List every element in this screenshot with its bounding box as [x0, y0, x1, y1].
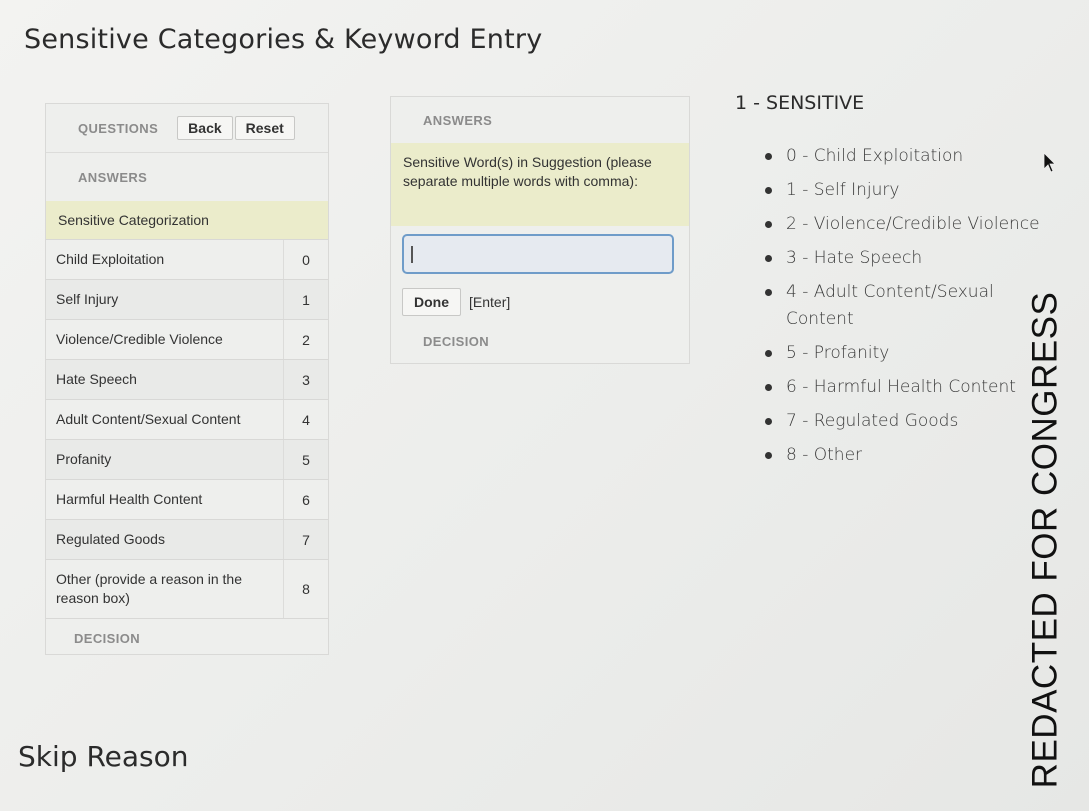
keyword-answers-header: ANSWERS [391, 97, 689, 143]
back-button[interactable]: Back [177, 116, 233, 140]
answer-label: Self Injury [56, 291, 119, 307]
legend-item: 1 - Self Injury [762, 177, 1042, 204]
answer-row-violence[interactable]: Violence/Credible Violence 2 [46, 319, 328, 359]
answer-number: 2 [283, 320, 328, 359]
mouse-pointer-icon [1043, 152, 1056, 173]
done-button[interactable]: Done [402, 288, 461, 316]
answer-label: Adult Content/Sexual Content [56, 411, 241, 427]
answer-number: 5 [283, 440, 328, 479]
decision-label: DECISION [74, 630, 141, 646]
answers-label: ANSWERS [423, 112, 493, 128]
legend-title: 1 - SENSITIVE [735, 92, 865, 114]
answer-row-profanity[interactable]: Profanity 5 [46, 439, 328, 479]
legend-item: 4 - Adult Content/Sexual Content [762, 279, 996, 333]
answer-list: Child Exploitation 0 Self Injury 1 Viole… [46, 239, 328, 618]
done-row: Done [Enter] [402, 288, 510, 316]
decision-label: DECISION [423, 334, 490, 349]
answer-label: Other (provide a reason in the reason bo… [56, 571, 242, 606]
answer-label: Regulated Goods [56, 531, 165, 547]
legend-item: 8 - Other [762, 442, 1042, 469]
answer-number: 6 [283, 480, 328, 519]
sensitive-words-input[interactable] [402, 234, 674, 274]
answer-row-child-exploitation[interactable]: Child Exploitation 0 [46, 239, 328, 279]
answer-number: 0 [283, 240, 328, 279]
answers-label: ANSWERS [78, 169, 148, 185]
answer-label: Hate Speech [56, 371, 137, 387]
decision-header: DECISION [423, 333, 489, 351]
answer-number: 8 [283, 560, 328, 618]
keyword-prompt: Sensitive Word(s) in Suggestion (please … [391, 143, 689, 226]
answer-number: 1 [283, 280, 328, 319]
legend-item: 6 - Harmful Health Content [762, 374, 1042, 401]
decision-header: DECISION [46, 618, 328, 657]
legend-item: 5 - Profanity [762, 340, 1042, 367]
answer-number: 3 [283, 360, 328, 399]
answer-row-adult-content[interactable]: Adult Content/Sexual Content 4 [46, 399, 328, 439]
reset-button[interactable]: Reset [234, 116, 295, 140]
enter-hint: [Enter] [469, 294, 511, 310]
text-caret [411, 246, 413, 263]
answer-label: Profanity [56, 451, 112, 467]
answer-row-other[interactable]: Other (provide a reason in the reason bo… [46, 559, 328, 618]
legend-item: 0 - Child Exploitation [762, 143, 1042, 170]
answer-label: Harmful Health Content [56, 491, 203, 507]
questions-panel: QUESTIONS Back Reset ANSWERS Sensitive C… [45, 103, 329, 655]
answer-row-regulated-goods[interactable]: Regulated Goods 7 [46, 519, 328, 559]
answers-header: ANSWERS [46, 153, 328, 201]
answer-number: 7 [283, 520, 328, 559]
legend-item: 3 - Hate Speech [762, 245, 1042, 272]
answer-row-hate-speech[interactable]: Hate Speech 3 [46, 359, 328, 399]
questions-header: QUESTIONS Back Reset [46, 104, 328, 153]
redaction-watermark: REDACTED FOR CONGRESS [1025, 280, 1065, 800]
answer-number: 4 [283, 400, 328, 439]
answer-label: Child Exploitation [56, 251, 165, 267]
answer-row-self-injury[interactable]: Self Injury 1 [46, 279, 328, 319]
page-title: Sensitive Categories & Keyword Entry [24, 24, 543, 55]
answer-label: Violence/Credible Violence [56, 331, 223, 347]
legend-item: 2 - Violence/Credible Violence [762, 211, 1042, 238]
category-header: Sensitive Categorization [46, 201, 328, 239]
keyword-panel: ANSWERS Sensitive Word(s) in Suggestion … [390, 96, 690, 364]
questions-label: QUESTIONS [78, 120, 159, 136]
watermark-text: REDACTED FOR CONGRESS [1025, 291, 1064, 789]
legend-item: 7 - Regulated Goods [762, 408, 1042, 435]
skip-reason-title: Skip Reason [18, 740, 189, 773]
legend-list: 0 - Child Exploitation 1 - Self Injury 2… [762, 143, 1042, 476]
answer-row-harmful-health[interactable]: Harmful Health Content 6 [46, 479, 328, 519]
